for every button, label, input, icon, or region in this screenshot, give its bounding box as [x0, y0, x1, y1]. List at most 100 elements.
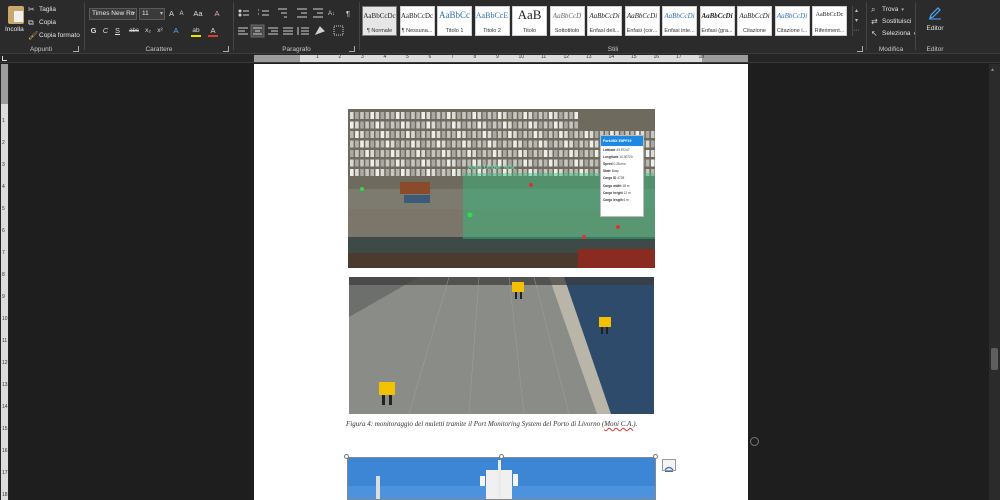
borders-icon[interactable]: [333, 25, 344, 36]
ruler-number: 14: [608, 54, 615, 60]
text-effects-button[interactable]: A: [171, 25, 181, 37]
paste-button[interactable]: Incolla: [5, 4, 27, 38]
ruler-number: 9: [496, 54, 499, 60]
underline-button[interactable]: S: [113, 25, 122, 37]
rotate-handle-icon[interactable]: [750, 437, 759, 446]
numbered-list-icon[interactable]: [258, 9, 269, 16]
ruler-number: 12: [563, 54, 570, 60]
shading-icon[interactable]: [314, 26, 325, 35]
popup-row-label: Cargo length: [603, 197, 623, 202]
resize-handle[interactable]: [653, 454, 658, 459]
popup-row-label: State: [603, 169, 611, 174]
ruler-number: 6: [428, 54, 432, 60]
clear-format-button[interactable]: A: [210, 8, 224, 20]
popup-row-value: Busy: [611, 169, 619, 174]
cursor-icon: ↖: [871, 28, 878, 38]
forklift-dock-image[interactable]: [349, 277, 654, 414]
underline-label: S: [114, 26, 120, 35]
cut-button[interactable]: ✂ Taglia: [28, 4, 56, 15]
copy-button[interactable]: ⧉ Copia: [28, 17, 56, 28]
ruler-number: 6: [2, 228, 5, 234]
vertical-ruler[interactable]: 1 2 3 4 5 6 7 8 9 10 11 12 13 14 15 16 17 18: [0, 64, 9, 500]
change-case-label: Aa: [193, 9, 203, 18]
font-family-value: Times New Rc: [92, 10, 135, 17]
styles-launcher-icon[interactable]: [857, 46, 863, 52]
chevron-down-icon: ▾: [901, 6, 904, 13]
italic-button[interactable]: C: [101, 25, 110, 37]
find-label: Trova: [882, 6, 899, 13]
sort-icon[interactable]: A↓: [328, 11, 335, 17]
ruler-number: 4: [383, 54, 387, 60]
grow-font-button[interactable]: A: [167, 8, 176, 20]
decrease-indent-icon[interactable]: [297, 8, 307, 18]
caption-spellcheck-text: Moni C.A.: [604, 420, 634, 428]
ruler-number: 15: [2, 426, 8, 432]
replace-button[interactable]: ⇄ Sostituisci: [871, 16, 911, 27]
select-button[interactable]: ↖ Seleziona ▾: [871, 28, 916, 39]
wrap-text-icon: [664, 466, 674, 472]
ruler-number: 7: [2, 250, 5, 256]
vertical-scrollbar[interactable]: ▴: [989, 64, 1000, 500]
justify-icon[interactable]: [283, 27, 293, 35]
find-button[interactable]: ⌕ Trova ▾: [871, 4, 904, 15]
figure-caption[interactable]: Figura 4: monitoraggio dei muletti trami…: [346, 420, 676, 428]
line-spacing-icon[interactable]: [297, 27, 309, 35]
ruler-number: 7: [451, 54, 454, 60]
area-label: Area Under Test: [468, 164, 515, 171]
ruler-left-margin: [254, 55, 300, 62]
increase-indent-icon[interactable]: [313, 8, 323, 18]
multilevel-list-icon[interactable]: [278, 8, 287, 18]
bullet-list-icon[interactable]: [238, 9, 249, 17]
ruler-number: 13: [586, 54, 592, 60]
selected-antenna-image[interactable]: [347, 457, 656, 500]
align-left-icon[interactable]: [238, 27, 248, 35]
highlight-button[interactable]: ab: [190, 25, 202, 37]
resize-handle[interactable]: [499, 454, 504, 459]
popup-row-value: 12 m: [623, 190, 631, 195]
clear-format-label: A: [214, 9, 220, 18]
chevron-down-icon: ▾: [159, 11, 163, 17]
subscript-label: x₂: [145, 27, 151, 34]
bold-button[interactable]: G: [89, 25, 98, 37]
subscript-button[interactable]: x₂: [143, 25, 153, 37]
port-map-image[interactable]: Area Under Test ForkliftX E8PF19 Latitud…: [348, 109, 655, 268]
format-painter-button[interactable]: 🖌 Copia formato: [28, 30, 80, 41]
change-case-button[interactable]: Aa: [190, 8, 206, 20]
align-right-icon[interactable]: [268, 27, 278, 35]
font-size-select[interactable]: 11 ▾: [139, 8, 165, 20]
paragraph-launcher-icon[interactable]: [349, 46, 355, 52]
popup-row-label: Cargo width: [603, 183, 622, 188]
superscript-button[interactable]: x²: [155, 25, 165, 37]
popup-row: Cargo ID 4728: [601, 175, 643, 182]
ruler-number: 10: [518, 54, 525, 60]
format-painter-label: Copia formato: [39, 32, 80, 39]
ruler-number: 3: [2, 162, 5, 168]
superscript-label: x²: [157, 27, 163, 34]
font-launcher-icon[interactable]: [223, 46, 229, 52]
strikethrough-button[interactable]: abc: [127, 25, 141, 37]
replace-label: Sostituisci: [882, 18, 912, 25]
ribbon-separator: [915, 2, 916, 50]
ruler-number: 1: [316, 54, 319, 60]
font-color-button[interactable]: A: [207, 25, 219, 37]
horizontal-ruler[interactable]: 1 2 3 4 5 6 7 8 9 10 11 12 13 14 15 16 17 18: [0, 54, 1000, 63]
scrollbar-thumb[interactable]: [991, 348, 998, 370]
forklift-info-popup[interactable]: ForkliftX E8PF19 Latitude 43.57247 Longit…: [600, 135, 644, 217]
ruler-number: 5: [406, 54, 409, 60]
word-window: Incolla ✂ Taglia ⧉ Copia 🖌 Copia formato…: [0, 0, 1000, 500]
select-label: Seleziona: [882, 30, 911, 37]
ribbon: Incolla ✂ Taglia ⧉ Copia 🖌 Copia formato…: [0, 0, 1000, 54]
tab-selector-icon[interactable]: [2, 56, 7, 61]
ribbon-separator: [233, 2, 234, 50]
font-color-label: A: [210, 26, 216, 35]
layout-options-button[interactable]: [662, 459, 676, 472]
shrink-font-button[interactable]: A: [177, 8, 186, 20]
font-family-select[interactable]: Times New Rc ▾: [89, 8, 137, 20]
chevron-up-icon[interactable]: ▴: [991, 66, 994, 73]
resize-handle[interactable]: [344, 454, 349, 459]
paste-label: Incolla: [5, 26, 24, 33]
show-marks-button[interactable]: ¶: [343, 8, 353, 20]
clipboard-launcher-icon[interactable]: [73, 46, 79, 52]
document-page[interactable]: Area Under Test ForkliftX E8PF19 Latitud…: [254, 64, 759, 500]
popup-row: Cargo height 12 m: [601, 189, 643, 196]
